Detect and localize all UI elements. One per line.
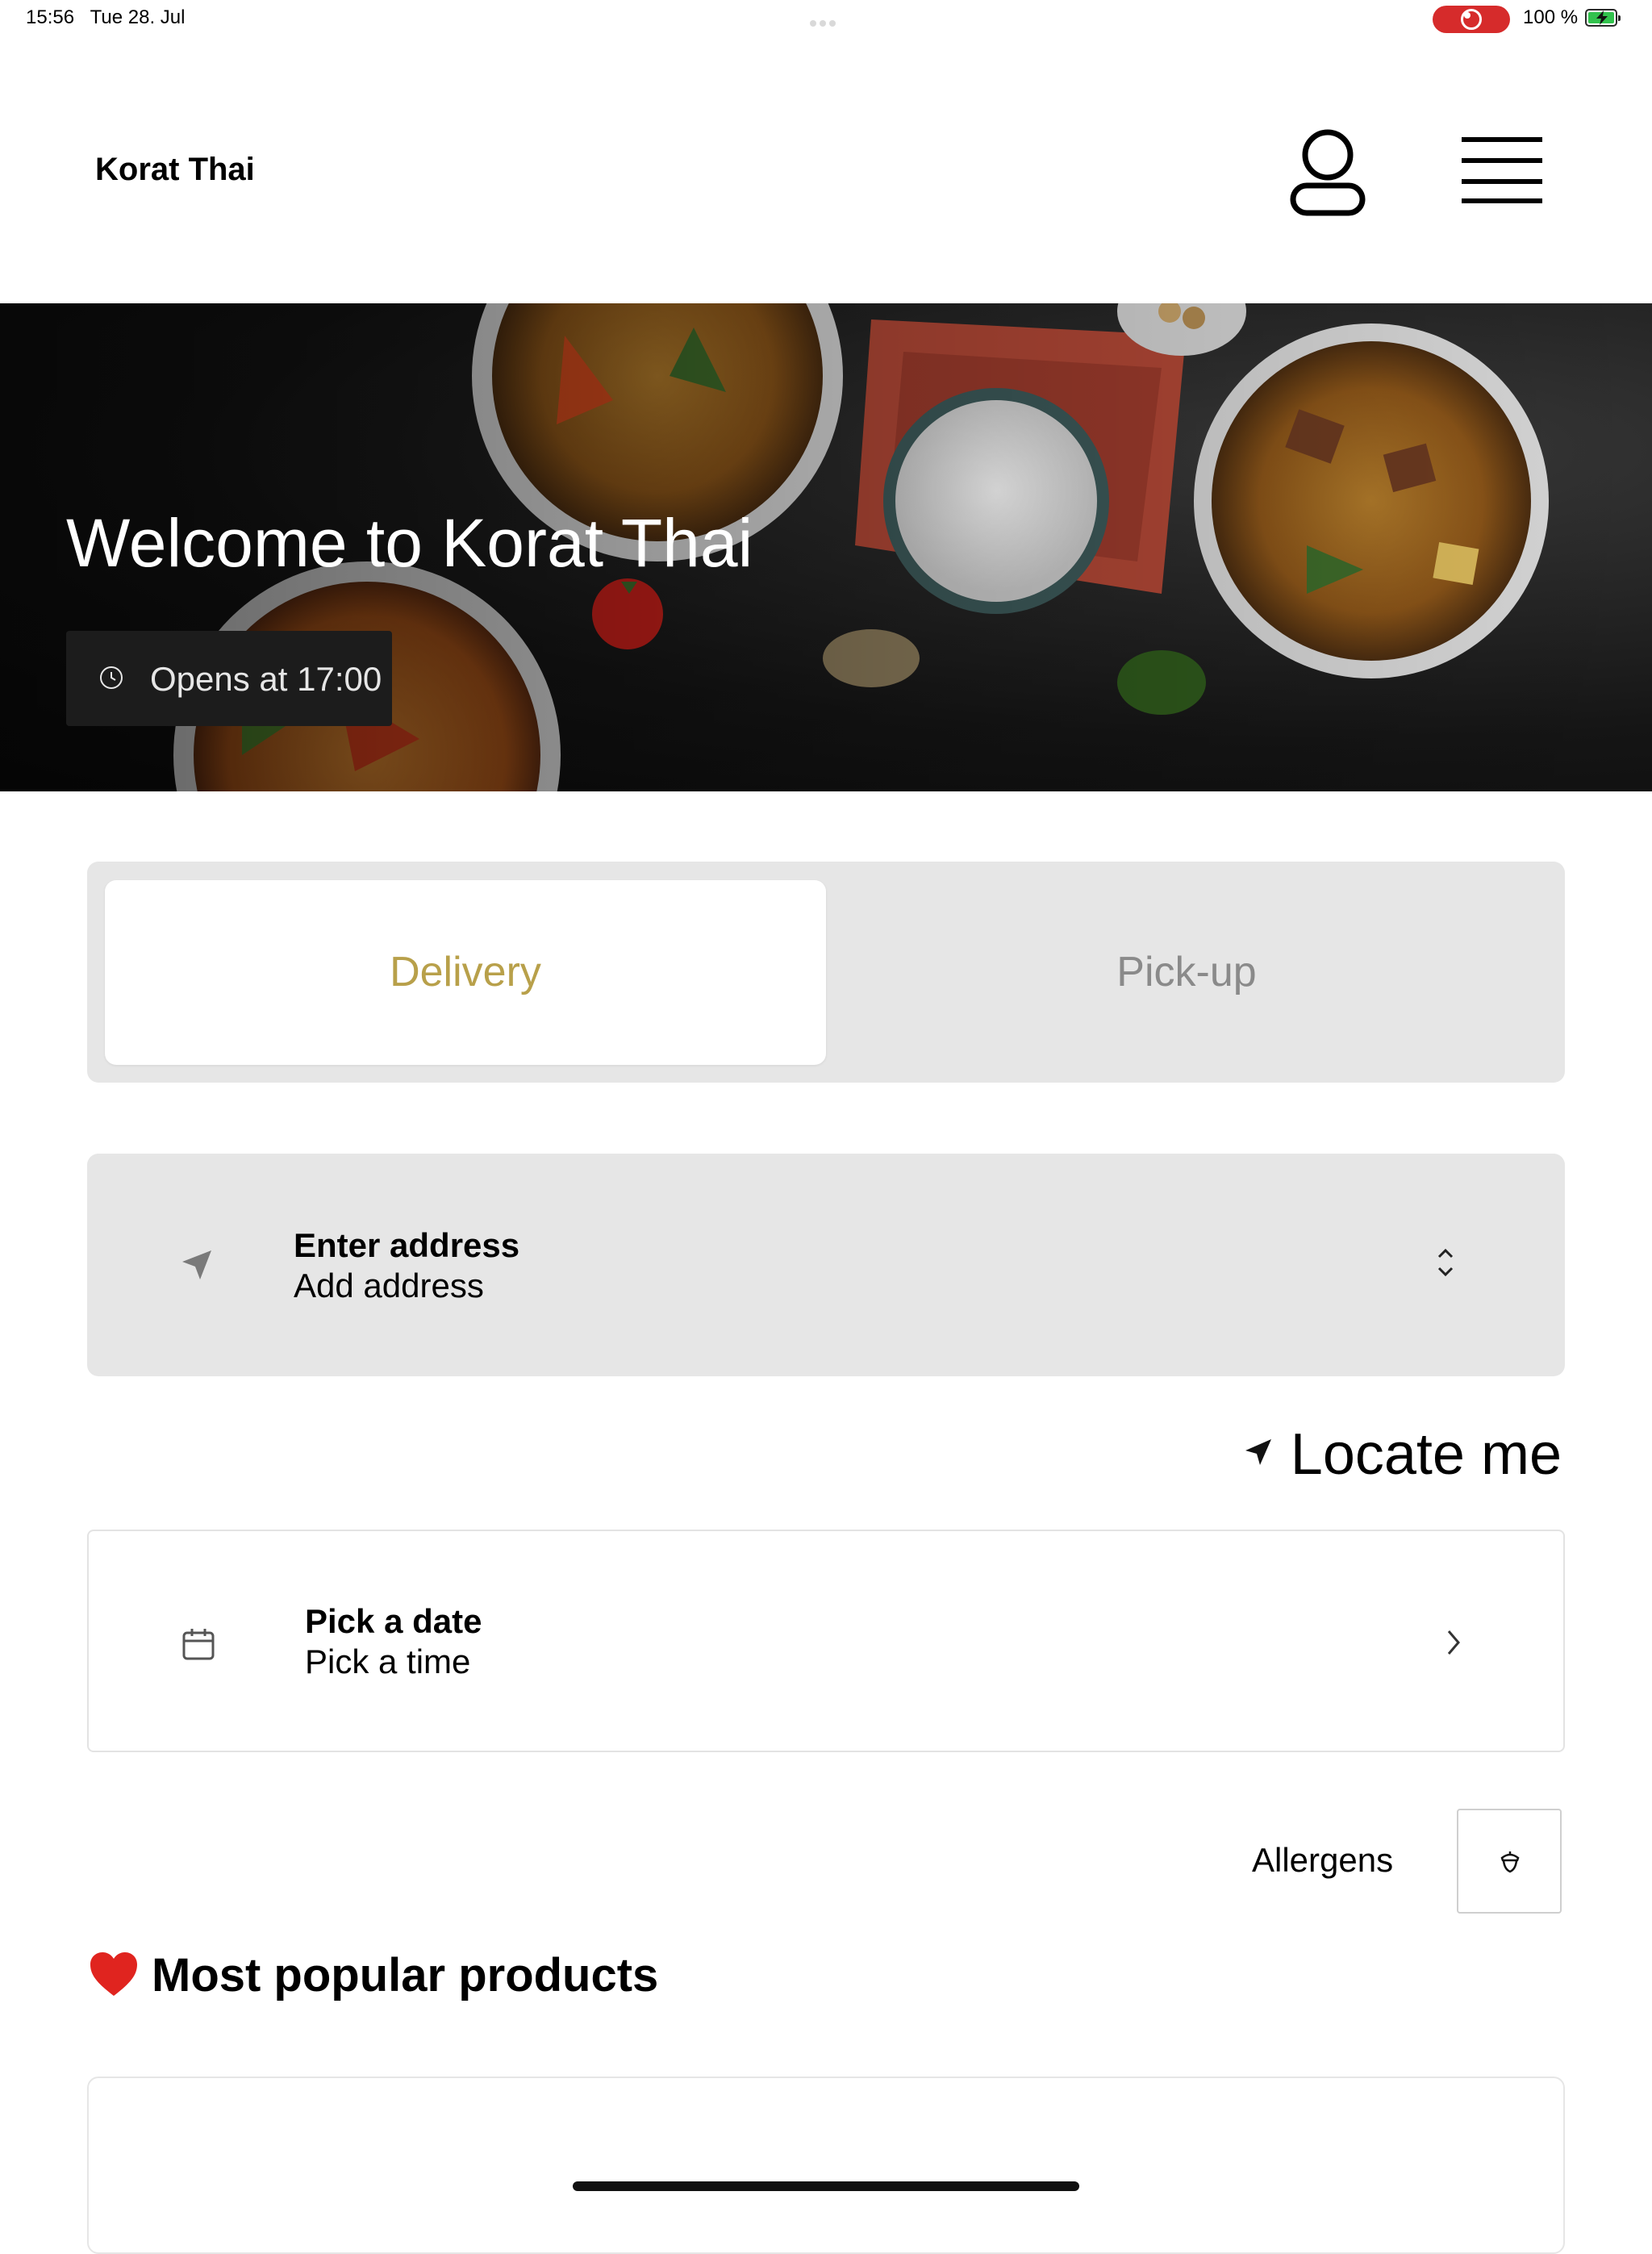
tab-pick-up[interactable]: Pick-up bbox=[826, 880, 1547, 1065]
pick-time-subtitle: Pick a time bbox=[305, 1642, 471, 1680]
opening-hours-badge: Opens at 17:00 bbox=[66, 631, 392, 726]
allergens-button[interactable] bbox=[1457, 1809, 1562, 1914]
opening-hours-text: Opens at 17:00 bbox=[150, 660, 382, 698]
person-outline-icon[interactable] bbox=[1287, 126, 1368, 218]
locate-me-label: Locate me bbox=[1290, 1422, 1562, 1487]
home-indicator[interactable] bbox=[573, 2181, 1079, 2191]
heart-icon bbox=[90, 1952, 137, 1996]
brand-name[interactable]: Korat Thai bbox=[95, 152, 255, 188]
allergens-label: Allergens bbox=[1252, 1841, 1394, 1879]
pick-date-title: Pick a date bbox=[305, 1602, 482, 1640]
status-time-date: 15:56 Tue 28. Jul bbox=[26, 6, 185, 29]
hamburger-menu-icon[interactable] bbox=[1462, 136, 1542, 205]
tab-delivery-label[interactable]: Delivery bbox=[105, 880, 826, 1065]
location-arrow-icon bbox=[1245, 1439, 1271, 1465]
status-date: Tue 28. Jul bbox=[90, 6, 186, 28]
address-title: Enter address bbox=[294, 1226, 520, 1264]
clock-icon bbox=[100, 666, 123, 689]
screen-recording-indicator[interactable] bbox=[1433, 6, 1510, 33]
battery-icon bbox=[1585, 9, 1621, 27]
address-selector[interactable]: Enter address Add address bbox=[87, 1154, 1565, 1376]
locate-me-button[interactable]: Locate me bbox=[1242, 1421, 1565, 1489]
chevron-up-down-icon bbox=[1437, 1248, 1454, 1277]
most-popular-title: Most popular products bbox=[152, 1949, 659, 2001]
hero-title: Welcome to Korat Thai bbox=[66, 505, 753, 581]
pick-date-time-selector[interactable]: Pick a date Pick a time bbox=[87, 1530, 1565, 1752]
product-card[interactable] bbox=[87, 2077, 1565, 2254]
location-arrow-icon bbox=[182, 1250, 211, 1279]
status-time: 15:56 bbox=[26, 6, 75, 28]
address-subtitle: Add address bbox=[294, 1267, 484, 1304]
battery-percent: 100 % bbox=[1523, 6, 1579, 28]
chevron-right-icon bbox=[1447, 1630, 1460, 1655]
calendar-icon bbox=[182, 1629, 215, 1660]
acorn-icon bbox=[1500, 1851, 1520, 1873]
multitasking-dots[interactable] bbox=[810, 16, 842, 27]
